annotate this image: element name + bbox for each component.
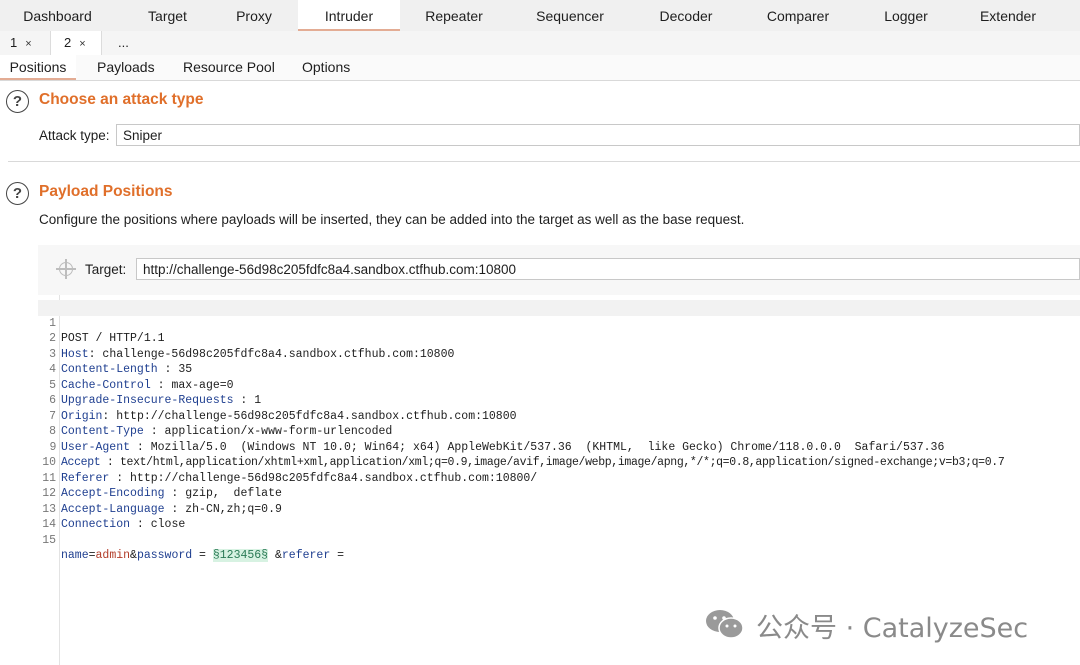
param-ampersand: & [130,549,137,562]
target-label: Target: [85,262,127,277]
header-line: 3 Content-Length : 35 [38,331,1080,377]
watermark: 公众号 · CatalyzeSec [704,604,1064,644]
tab-resource-pool[interactable]: Resource Pool [183,55,275,80]
line-number: 15 [42,533,56,547]
tab-repeater[interactable]: Repeater [400,0,508,31]
target-row: Target: http://challenge-56d98c205fdfc8a… [38,245,1080,295]
tab-decoder[interactable]: Decoder [632,0,740,31]
tab-dashboard[interactable]: Dashboard [0,0,115,31]
payload-positions-description: Configure the positions where payloads w… [39,212,745,227]
param-name: password [136,549,193,562]
header-line: 12 Accept-Language : zh-CN,zh;q=0.9 [38,471,1080,516]
tab-positions[interactable]: Positions [0,55,76,80]
param-value: admin [95,549,131,562]
tab-target[interactable]: Target [115,0,220,31]
param-ampersand: & [268,549,282,562]
param-equals: = [192,549,213,562]
header-line: 8 User-Agent : Mozilla/5.0 (Windows NT 1… [38,409,1080,454]
tab-options[interactable]: Options [302,55,350,80]
request-line: 1 POST / HTTP/1.1 [38,300,1080,345]
close-icon[interactable]: × [79,38,85,50]
body-line: 15 name=admin&password = §123456§ &refer… [38,517,1080,562]
attack-type-label: Attack type: [39,128,110,143]
attack-type-select[interactable]: Sniper [116,124,1080,146]
attack-tab-label: 2 [64,35,72,50]
attack-tab-label: 1 [10,35,18,50]
tab-payloads[interactable]: Payloads [97,55,155,80]
header-line: 5 Upgrade-Insecure-Requests : 1 [38,362,1080,408]
tab-logger[interactable]: Logger [856,0,956,31]
header-line: 10 Referer : http://challenge-56d98c205f… [38,440,1080,485]
header-line: 2 Host: challenge-56d98c205fdfc8a4.sandb… [38,316,1080,361]
intruder-section-tabs: Positions Payloads Resource Pool Options [0,55,1080,81]
tab-sequencer[interactable]: Sequencer [508,0,632,31]
new-tab-button[interactable]: ... [118,31,129,55]
header-line: 4 Cache-Control : max-age=0 [38,347,1080,392]
close-icon[interactable]: × [25,38,31,50]
payload-positions-title: Payload Positions [39,183,173,200]
help-icon[interactable]: ? [6,182,29,205]
tab-comparer[interactable]: Comparer [740,0,856,31]
header-line: 6 Origin: http://challenge-56d98c205fdfc… [38,378,1080,423]
param-name: name [61,549,89,562]
attack-tab-2[interactable]: 2 × [50,31,102,55]
tool-tab-bar: Dashboard Target Proxy Intruder Repeater… [0,0,1080,32]
header-line: 9 Accept : text/html,application/xhtml+x… [38,424,1080,470]
param-name: referer [281,549,331,562]
param-equals: = [330,549,345,562]
help-icon[interactable]: ? [6,90,29,113]
tab-proxy[interactable]: Proxy [220,0,288,31]
crosshair-icon[interactable] [56,259,76,279]
tab-extender[interactable]: Extender [956,0,1060,31]
attack-tab-bar: 1 × 2 × ... [0,31,1080,56]
header-line: 11 Accept-Encoding : gzip, deflate [38,455,1080,501]
payload-marker[interactable]: §123456§ [212,549,269,562]
header-line: 7 Content-Type : application/x-www-form-… [38,393,1080,439]
tab-intruder[interactable]: Intruder [298,0,400,31]
blank-line: 14 [38,502,1080,531]
attack-tab-1[interactable]: 1 × [10,31,32,55]
target-url-field[interactable]: http://challenge-56d98c205fdfc8a4.sandbo… [136,258,1080,280]
param-equals: = [88,549,96,562]
watermark-text: 公众号 · CatalyzeSec [756,613,1029,644]
divider [8,161,1080,162]
wechat-icon [706,610,744,639]
attack-type-title: Choose an attack type [39,91,204,108]
header-line: 13 Connection : close [38,486,1080,532]
